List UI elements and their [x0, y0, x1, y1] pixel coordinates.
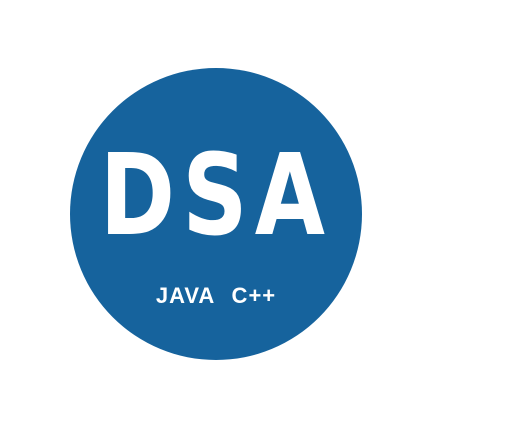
dsa-logo: DSA JAVA C++ [70, 68, 362, 360]
logo-title: DSA [99, 131, 333, 261]
logo-subtitle: JAVA C++ [155, 283, 277, 308]
page: DSA JAVA C++ [0, 0, 512, 437]
